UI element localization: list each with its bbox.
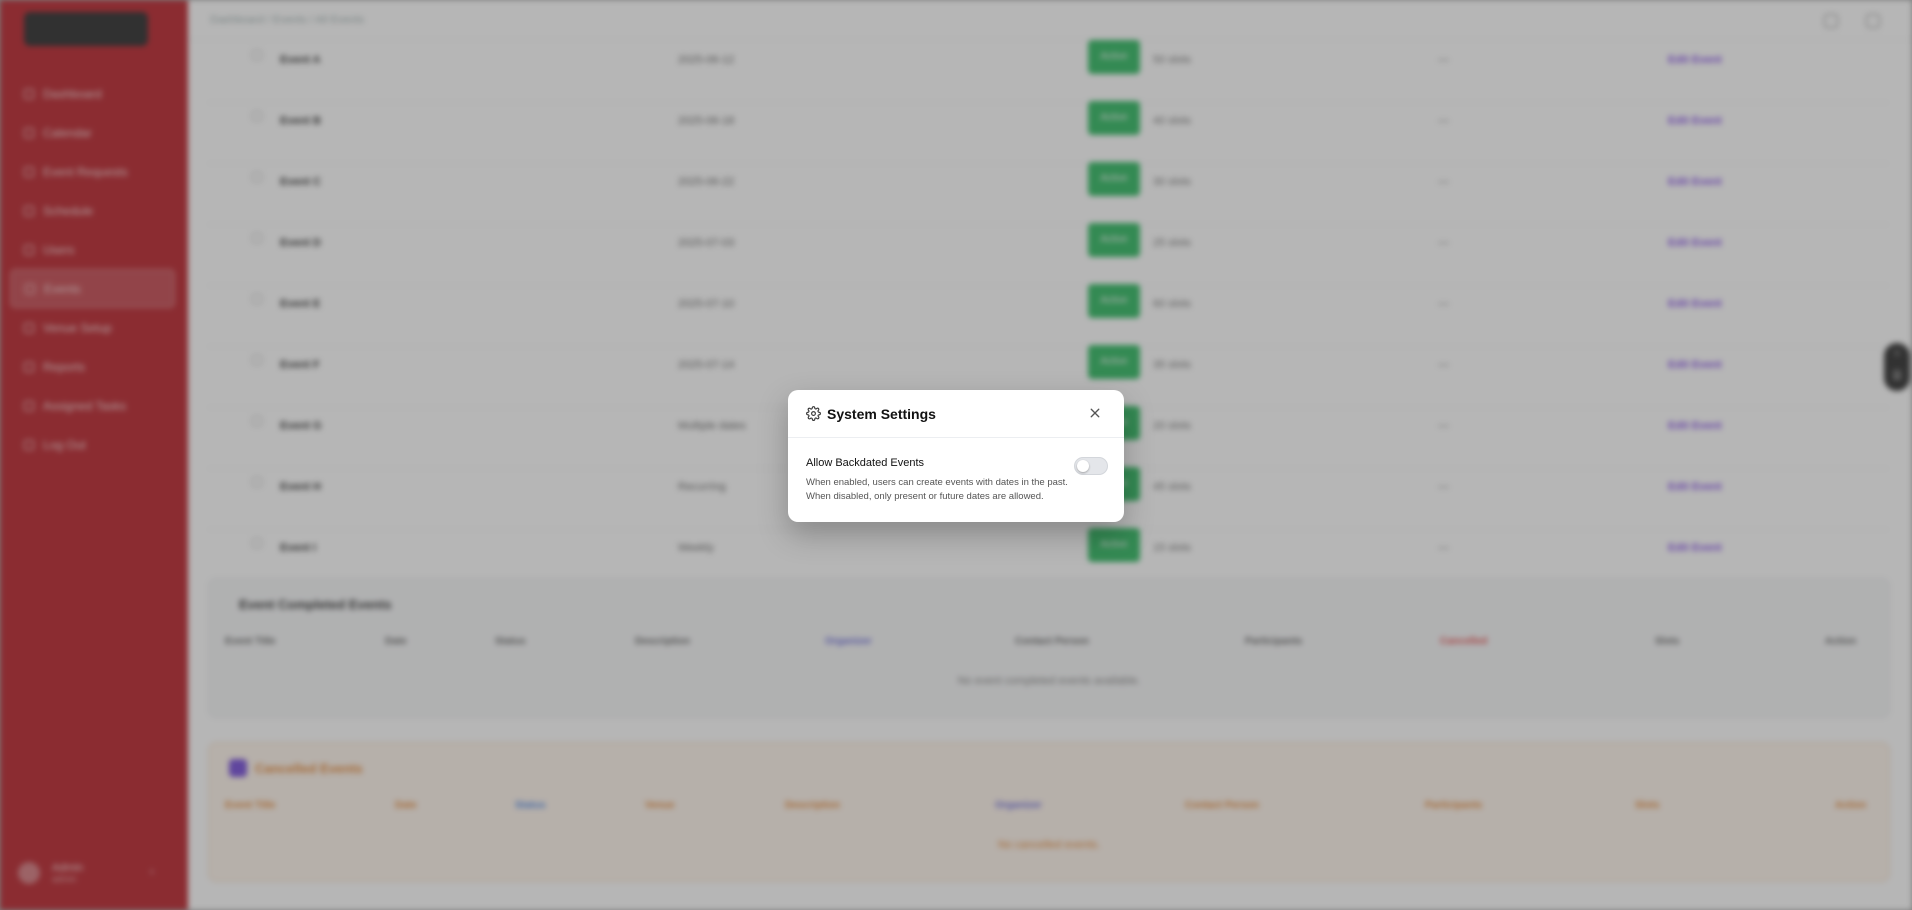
description-line: When disabled, only present or future da… (806, 491, 1044, 502)
backdated-events-toggle[interactable] (1074, 457, 1108, 475)
modal-header: System Settings (788, 390, 1124, 438)
system-settings-modal: System Settings Allow Backdated Events W… (788, 390, 1124, 522)
close-icon[interactable] (1086, 404, 1104, 422)
description-line: When enabled, users can create events wi… (806, 477, 1068, 488)
modal-title: System Settings (827, 406, 936, 422)
backdated-events-label: Allow Backdated Events (806, 457, 925, 469)
gear-icon (806, 406, 821, 421)
backdated-events-description: When enabled, users can create events wi… (806, 476, 1076, 504)
toggle-knob (1077, 460, 1089, 472)
